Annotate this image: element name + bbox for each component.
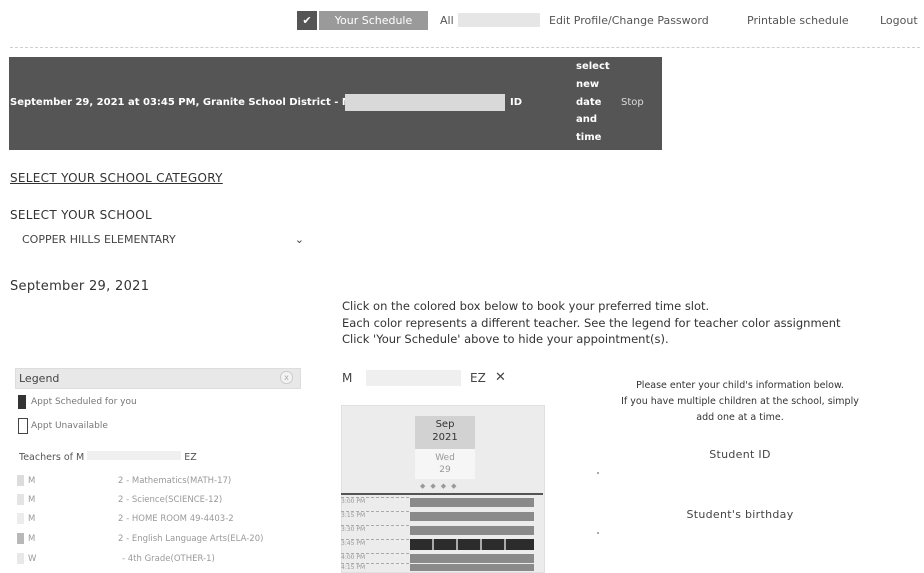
date-heading: September 29, 2021 — [10, 279, 150, 294]
time-slot-label: 3:15 PM — [341, 511, 409, 520]
remove-student-close-icon[interactable]: ✕ — [495, 370, 506, 385]
student-id-label: Student ID — [709, 448, 771, 461]
banner-appointment-text: September 29, 2021 at 03:45 PM, Granite … — [10, 97, 352, 108]
stop-link[interactable]: Stop — [621, 97, 644, 108]
form-intro-line: If you have multiple children at the sch… — [621, 396, 859, 407]
teacher-initial: W — [28, 554, 37, 564]
teacher-subject: 2 - HOME ROOM 49-4403-2 — [118, 514, 234, 524]
student-birthday-input[interactable] — [597, 532, 599, 534]
time-slot[interactable] — [410, 498, 534, 507]
teacher-color-swatch — [17, 475, 24, 486]
student-birthday-label: Student's birthday — [686, 508, 794, 521]
slot-divider — [480, 539, 482, 550]
banner-choice-word: date — [576, 96, 602, 108]
instruction-line: Each color represents a different teache… — [342, 315, 841, 330]
school-select[interactable]: COPPER HILLS ELEMENTARY ⌄ — [22, 233, 304, 251]
printable-schedule-link[interactable]: Printable schedule — [747, 14, 849, 27]
time-slot[interactable] — [410, 554, 534, 563]
your-schedule-button[interactable]: Your Schedule — [319, 11, 428, 30]
banner-choice-word: time — [576, 132, 602, 144]
form-intro-line: Please enter your child's information be… — [636, 380, 844, 391]
student-name-prefix: M — [342, 371, 353, 385]
banner-choice-word: and — [576, 114, 598, 126]
calendar-day: 29 — [439, 465, 451, 475]
calendar-day-header: Wed 29 — [415, 449, 475, 479]
calendar-weekday: Wed — [435, 453, 455, 463]
time-slot-label: 4:00 PM — [341, 553, 409, 562]
calendar-grid-top — [341, 493, 543, 495]
banner-choice-word: select — [576, 61, 610, 72]
chevron-down-icon: ⌄ — [294, 233, 304, 246]
select-new-date-time-link[interactable]: select new date and time — [576, 58, 618, 147]
student-name-suffix: EZ — [470, 371, 486, 385]
teacher-initial: M — [28, 476, 36, 486]
legend-close-icon[interactable]: x — [280, 371, 293, 384]
school-label: SELECT YOUR SCHOOL — [10, 208, 153, 222]
scheduled-swatch — [18, 395, 26, 409]
school-select-value: COPPER HILLS ELEMENTARY — [22, 233, 176, 246]
time-slot-label: 3:30 PM — [341, 525, 409, 534]
redacted-area — [345, 94, 505, 111]
form-intro: Please enter your child's information be… — [590, 378, 890, 426]
legend-scheduled-label: Appt Scheduled for you — [31, 397, 137, 407]
teacher-initial: M — [28, 495, 36, 505]
slot-divider — [504, 539, 506, 550]
calendar-month: Sep — [435, 419, 455, 430]
logout-link[interactable]: Logout — [880, 14, 918, 27]
instruction-line: Click 'Your Schedule' above to hide your… — [342, 332, 669, 346]
teacher-subject: 2 - Science(SCIENCE-12) — [118, 495, 223, 505]
redacted-area — [458, 13, 540, 27]
unavailable-swatch — [18, 418, 28, 434]
teachers-heading-prefix: Teachers of M — [19, 452, 85, 463]
check-icon[interactable]: ✔ — [297, 11, 317, 30]
teacher-color-swatch — [17, 533, 24, 544]
legend-title: Legend — [19, 372, 60, 385]
teacher-color-swatch — [17, 494, 24, 505]
redacted-area — [87, 451, 182, 460]
calendar-nav-arrows[interactable]: ◆◆◆◆ — [420, 482, 472, 490]
teacher-subject: - 4th Grade(OTHER-1) — [122, 554, 215, 564]
school-category-link[interactable]: SELECT YOUR SCHOOL CATEGORY — [10, 171, 223, 185]
banner-id-text: ID — [510, 97, 523, 108]
calendar-year: 2021 — [432, 432, 458, 443]
student-id-input[interactable] — [597, 472, 599, 474]
slot-divider — [432, 539, 434, 550]
slot-divider — [456, 539, 458, 550]
time-slot-label: 3:45 PM — [341, 539, 409, 548]
teachers-heading: Teachers of M EZ — [19, 451, 197, 463]
teacher-initial: M — [28, 534, 36, 544]
legend-unavailable-label: Appt Unavailable — [31, 421, 108, 431]
header-divider — [10, 47, 920, 48]
teacher-color-swatch — [17, 553, 24, 564]
teachers-heading-suffix: EZ — [184, 452, 197, 463]
time-slot[interactable] — [410, 512, 534, 521]
all-link[interactable]: All — [440, 14, 454, 27]
edit-profile-link[interactable]: Edit Profile/Change Password — [549, 14, 709, 27]
banner-choice-word: new — [576, 78, 600, 90]
time-slot[interactable] — [410, 564, 534, 571]
time-slot-label: 3:00 PM — [341, 497, 409, 506]
time-slot-scheduled[interactable] — [410, 539, 534, 550]
calendar-month-header: Sep 2021 — [415, 416, 475, 450]
teacher-color-swatch — [17, 513, 24, 524]
instructions: Click on the colored box below to book y… — [342, 298, 841, 348]
teacher-subject: 2 - English Language Arts(ELA-20) — [118, 534, 264, 544]
instruction-line: Click on the colored box below to book y… — [342, 299, 710, 313]
form-intro-line: add one at a time. — [696, 412, 784, 423]
teacher-initial: M — [28, 514, 36, 524]
teacher-subject: 2 - Mathematics(MATH-17) — [118, 476, 232, 486]
time-slot[interactable] — [410, 526, 534, 535]
redacted-area — [366, 370, 461, 386]
